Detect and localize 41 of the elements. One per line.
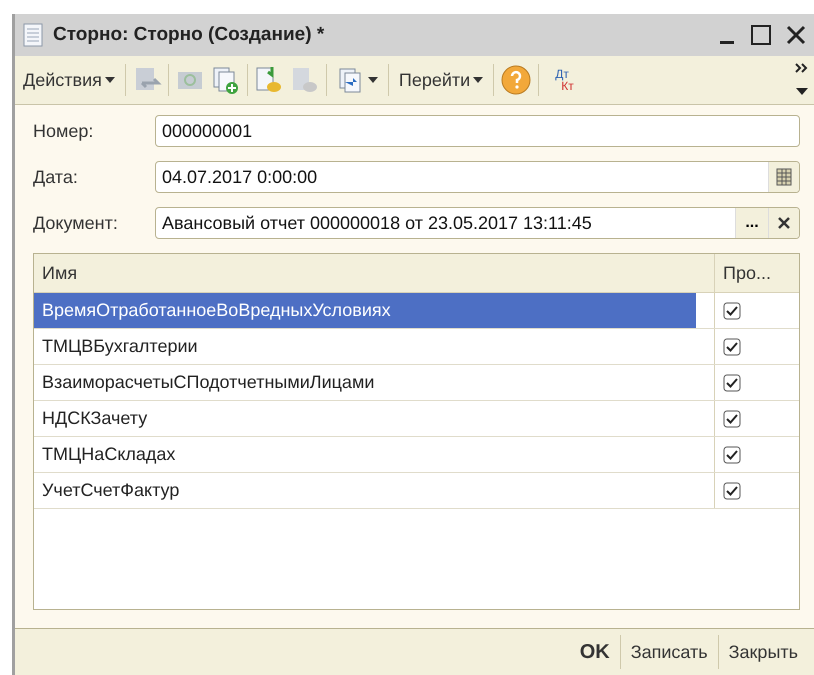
- field-label: Дата:: [33, 166, 79, 188]
- clear-button[interactable]: [768, 208, 799, 238]
- column-header[interactable]: Имя: [34, 254, 714, 292]
- document-icon: [23, 23, 43, 47]
- caret-icon: [473, 77, 484, 83]
- maximize-icon[interactable]: [750, 24, 772, 46]
- table-cell[interactable]: НДСКЗачету: [34, 401, 696, 436]
- field-label: Номер:: [33, 120, 94, 142]
- window-title: Сторно: Сторно (Создание) *: [53, 24, 326, 46]
- checkbox[interactable]: [723, 410, 741, 428]
- debit-credit-button[interactable]: Дт Кт: [545, 68, 594, 92]
- checkbox[interactable]: [723, 446, 741, 464]
- table-cell[interactable]: ВремяОтработанноеВоВредныхУсловиях: [34, 293, 696, 328]
- field-label: Документ:: [33, 212, 119, 234]
- checkbox[interactable]: [723, 482, 741, 500]
- calendar-button[interactable]: [768, 162, 799, 192]
- goto-menu[interactable]: Перейти: [394, 68, 488, 92]
- checkbox[interactable]: [723, 338, 741, 356]
- input-field[interactable]: 04.07.2017 0:00:00: [155, 161, 800, 193]
- clear-icon: [777, 216, 791, 230]
- close-icon[interactable]: [786, 25, 806, 45]
- dialog-button[interactable]: OK: [570, 636, 620, 668]
- choose-button[interactable]: ...: [735, 208, 768, 238]
- table-cell[interactable]: ТМЦНаСкладах: [34, 437, 696, 472]
- checkbox[interactable]: [723, 374, 741, 392]
- table-cell[interactable]: УчетСчетФактур: [34, 473, 696, 508]
- calendar-icon: [776, 168, 792, 186]
- input-field[interactable]: Авансовый отчет 000000018 от 23.05.2017 13:11:45 ...: [155, 207, 800, 239]
- table-cell[interactable]: ТМЦВБухгалтерии: [34, 329, 696, 364]
- input-field[interactable]: 000000001: [155, 115, 800, 147]
- actions-menu[interactable]: Действия: [19, 68, 119, 92]
- document-coins-icon[interactable]: [254, 65, 284, 95]
- table-cell[interactable]: ВзаиморасчетыСПодотчетнымиЛицами: [34, 365, 696, 400]
- caret-icon: [104, 77, 115, 83]
- dialog-button[interactable]: Записать: [620, 638, 718, 666]
- caret-icon: [368, 77, 378, 83]
- dialog-button[interactable]: Закрыть: [718, 638, 808, 666]
- checkbox[interactable]: [723, 302, 741, 320]
- column-header[interactable]: Про...: [714, 254, 799, 292]
- copy-add-icon[interactable]: [210, 65, 241, 95]
- help-icon[interactable]: [500, 64, 532, 96]
